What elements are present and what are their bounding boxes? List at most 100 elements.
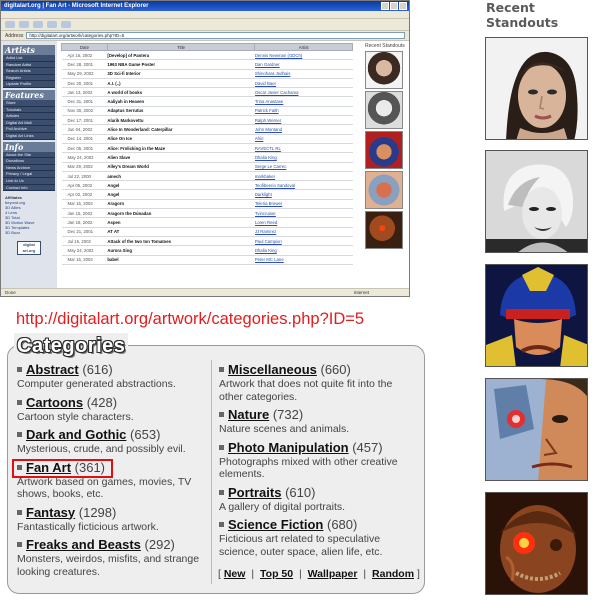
category-heading: Science Fiction (680) (219, 517, 415, 533)
mini-thumb (365, 131, 403, 169)
category-description: Cartoon style characters. (17, 410, 134, 423)
sidebar-link: Donations (3, 158, 55, 165)
mini-thumb (365, 211, 403, 249)
row-artist: Serge Le Carrec (254, 162, 353, 172)
bullet-icon (219, 412, 224, 418)
row-date: Dec 14, 2001 (61, 134, 108, 144)
home-icon (61, 21, 71, 28)
row-date: Dec 17, 2001 (61, 115, 108, 126)
row-title: Aragorn the Dúnadan (107, 208, 255, 219)
row-artist: Dennis Newman (GDCh) (254, 50, 353, 61)
table-header-row: Date Title Artist (61, 43, 353, 51)
categories-title: Categories (14, 333, 129, 359)
table-row: Dec 14, 2001 Alice On Ice Ahiri (61, 134, 353, 144)
minimize-icon (381, 2, 389, 10)
row-artist: RAVECTL RL (254, 143, 353, 154)
category-fantasy: Fantasy (1298) Fantastically ficticious a… (17, 505, 207, 534)
table-row: Nov 30, 2002 Adaptus Serrutus Patrick Fait… (61, 106, 353, 117)
table-row: Dec 05, 2001 Alice: Frolicking in the Maz… (61, 143, 353, 154)
bullet-icon (219, 367, 224, 373)
category-heading: Dark and Gothic (653) (17, 427, 207, 443)
row-title: Alice: Frolicking in the Maze (107, 143, 255, 154)
category-count: (732) (272, 407, 304, 422)
table-row: May 29, 2002 3D Sci-fi Interior Shinohara … (61, 69, 353, 79)
bullet-icon (17, 542, 22, 548)
row-artist: Dhalia King (254, 152, 353, 163)
category-nature: Nature (732) Nature scenes and animals. (219, 407, 415, 436)
sidebar-section-heading: Features (3, 89, 55, 100)
row-title: Alien Slave (107, 152, 255, 163)
category-description: A gallery of digital portraits. (219, 500, 346, 513)
mini-thumb (365, 171, 403, 209)
separator: | (299, 568, 302, 580)
category-link-dark-and-gothic[interactable]: Dark and Gothic (26, 427, 126, 442)
sidebar-link: Digital Art Mall (3, 119, 55, 127)
browser-status-bar: Done Internet (1, 288, 409, 296)
row-date: May 24, 2002 (61, 152, 108, 163)
category-count: (680) (327, 517, 358, 532)
row-artist: Tvincruiser (254, 208, 353, 219)
sidebar-link: Store (3, 99, 55, 107)
row-date: Apr 02, 2002 (61, 189, 108, 200)
row-artist: Trina Anastase (254, 96, 353, 107)
category-count: (292) (144, 537, 175, 552)
category-link-miscellaneous[interactable]: Miscellaneous (228, 362, 317, 377)
portrait-marilyn-thumb[interactable] (485, 150, 588, 253)
row-date: Dec 31, 2001 (61, 96, 108, 107)
table-row: Apr 02, 2002 Angel Darklight (61, 189, 353, 200)
bracket-open: [ (218, 568, 221, 580)
row-artist: Oscar Javier Cachama (254, 87, 353, 98)
row-title: Aaliyah in Heaven (107, 96, 255, 107)
table-row: Jul 15, 2002 Attack of the two ton Tomato… (61, 236, 353, 247)
cyborg-face-thumb[interactable] (485, 378, 588, 481)
category-description: Artwork based on games, movies, TV shows… (17, 475, 192, 501)
category-description: Mysterious, crude, and possibly evil. (17, 443, 186, 455)
row-title: Angel (107, 180, 255, 191)
site-main: Date Title Artist Apr 16, 2002 [Develop] … (57, 41, 409, 288)
category-link-fantasy[interactable]: Fantasy (26, 505, 75, 520)
top-50-link[interactable]: Top 50 (260, 568, 293, 580)
category-link-portraits[interactable]: Portraits (228, 485, 281, 500)
address-label: Address (5, 32, 24, 39)
row-artist: Teleria Brewer (254, 199, 353, 210)
category-link-science-fiction[interactable]: Science Fiction (228, 517, 323, 532)
mutant-creature-thumb[interactable] (485, 492, 588, 595)
bracket-close: ] (416, 568, 420, 580)
wallpaper-link[interactable]: Wallpaper (308, 568, 358, 580)
browser-address-bar: Address http://digitalart.org/artwork/ca… (1, 31, 409, 41)
category-dark-and-gothic: Dark and Gothic (653) Mysterious, crude, … (17, 427, 207, 456)
helmeted-warrior-thumb[interactable] (485, 264, 588, 367)
category-count: (660) (320, 362, 351, 377)
mini-thumb (365, 51, 403, 89)
category-abstract: Abstract (616) Computer generated abstrac… (17, 362, 207, 391)
new-link[interactable]: New (224, 568, 246, 580)
category-link-abstract[interactable]: Abstract (26, 362, 79, 377)
sidebar-link: Search Artists (3, 68, 55, 75)
row-title: 3D Sci-fi Interior (107, 69, 255, 79)
row-date: May 24, 2002 (61, 245, 108, 256)
category-heading: Miscellaneous (660) (219, 362, 415, 378)
stop-icon (33, 21, 43, 28)
category-description: Nature scenes and animals. (219, 423, 350, 435)
category-link-nature[interactable]: Nature (228, 407, 269, 422)
category-links: [ New | Top 50 | Wallpaper | Random ] (218, 568, 420, 580)
table-row: Apr 05, 2002 Angel Teofibeerio Sandoval (61, 180, 353, 191)
browser-toolbar (1, 19, 409, 31)
random-link[interactable]: Random (372, 568, 414, 580)
row-artist: Ahiri (254, 134, 353, 144)
portrait-woman-thumb[interactable] (485, 37, 588, 140)
category-freaks-and-beasts: Freaks and Beasts (292) Monsters, weirdos… (17, 537, 207, 578)
row-title: amech (107, 171, 255, 182)
browser-titlebar: digitalart.org | Fan Art - Microsoft Int… (1, 1, 409, 11)
site-content: Artists Artist List Random Artist Search Ar… (1, 41, 409, 288)
category-description: Monsters, weirdos, misfits, and strange … (17, 553, 200, 578)
row-date: May 29, 2002 (61, 69, 108, 79)
category-link-freaks-and-beasts[interactable]: Freaks and Beasts (26, 537, 141, 552)
category-link-cartoons[interactable]: Cartoons (26, 395, 83, 410)
table-row: Dec 31, 2001 Aaliyah in Heaven Trina Anast… (61, 96, 353, 107)
category-link-photo-manipulation[interactable]: Photo Manipulation (228, 440, 349, 455)
category-heading: Cartoons (428) (17, 395, 207, 411)
table-row: Dec 28, 2001 1963 NBA Game Poster Dan Gard… (61, 59, 353, 70)
sidebar-link: About the Site (3, 151, 55, 159)
row-artist: Ralph Werner (254, 115, 353, 126)
